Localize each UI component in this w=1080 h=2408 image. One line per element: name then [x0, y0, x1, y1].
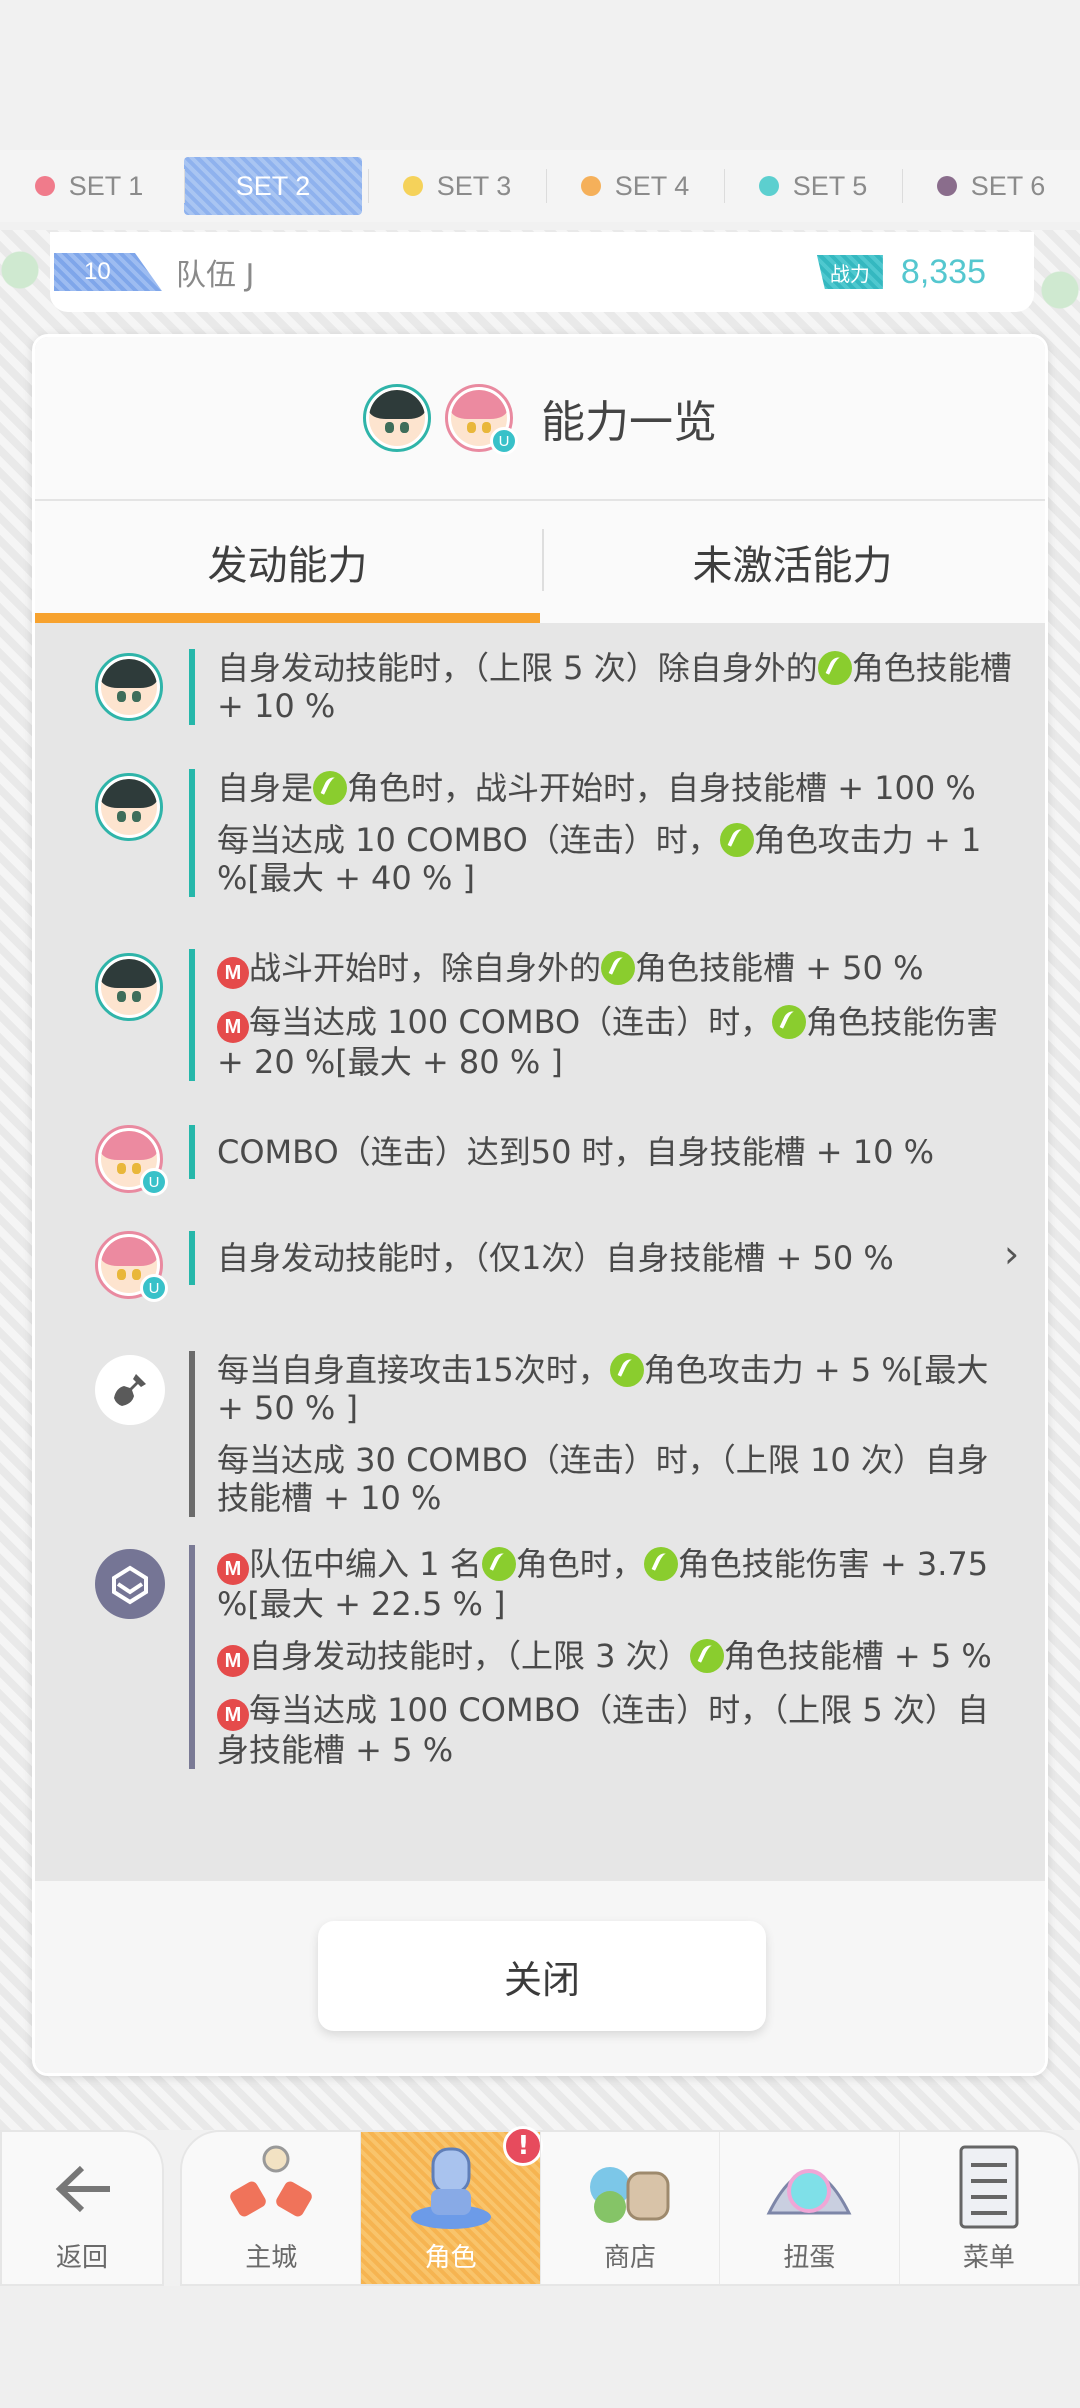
gacha-icon: [766, 2169, 852, 2215]
ability-list: 自身发动技能时，（上限 5 次）除自身外的 角色技能槽 + 10 % 自身是 角色时…: [35, 625, 1045, 1811]
shop-icon: [590, 2167, 670, 2223]
team-name: 队伍 J: [176, 258, 255, 293]
menu-list-icon: [959, 2145, 1019, 2229]
ability-text: 自身发动技能时，（上限 5 次）除自身外的 角色技能槽 + 10 %: [189, 649, 1019, 725]
arrow-left-icon: [55, 2165, 110, 2213]
set-tab-3[interactable]: SET 3: [368, 157, 546, 215]
ability-text: COMBO（连击）达到50 时，自身技能槽 + 10 %: [189, 1125, 1019, 1179]
character-icon: [410, 2147, 491, 2229]
green-attribute-icon: [609, 1353, 644, 1387]
ability-text: 每当自身直接攻击15次时， 角色攻击力 + 5 %[最大 + 50 % ] 每当达…: [189, 1351, 1019, 1517]
main-nav: 主城 ! 角色 商店 扭蛋 菜单: [180, 2126, 1080, 2286]
character-avatar-pink-icon: U: [95, 1231, 168, 1302]
character-avatar-icon: [95, 773, 163, 841]
green-attribute-icon: [481, 1547, 516, 1581]
unique-badge-icon: U: [490, 427, 518, 455]
nav-item-character[interactable]: ! 角色: [360, 2126, 544, 2284]
set-6-dot-icon: [936, 176, 957, 196]
set-tab-1[interactable]: SET 1: [0, 157, 178, 215]
team-header: 10 队伍 J 战力 8,335: [50, 232, 1034, 312]
status-area: [0, 0, 1080, 148]
green-attribute-icon: [772, 1005, 807, 1039]
ability-line: M 每当达成 100 COMBO（连击）时，（上限 5 次）自身技能槽 + 5 %: [217, 1691, 989, 1769]
ability-line: 每当自身直接攻击15次时， 角色攻击力 + 5 %[最大 + 50 % ]: [217, 1351, 989, 1427]
ability-line: 每当达成 30 COMBO（连击）时，（上限 10 次）自身技能槽 + 10 %: [217, 1441, 989, 1517]
set-tab-bar: SET 1 SET 2 SET 3 SET 4 SET 5 SET 6: [0, 150, 1080, 222]
memory-m-icon: M: [217, 957, 249, 989]
memory-m-icon: M: [217, 1699, 249, 1731]
set-1-dot-icon: [34, 176, 55, 196]
set-tab-6[interactable]: SET 6: [902, 157, 1080, 215]
green-attribute-icon: [719, 823, 754, 857]
modal-footer: 关闭: [35, 1881, 1045, 2073]
green-attribute-icon: [313, 771, 348, 805]
ability-overview-modal: U 能力一览 发动能力 未激活能力 自身发动技能时，（上限 5 次）除自身外的角…: [32, 334, 1048, 2076]
ability-tabs: 发动能力 未激活能力: [35, 499, 1045, 623]
ability-line: M 每当达成 100 COMBO（连击）时， 角色技能伤害 + 20 %[最大 + …: [217, 1003, 999, 1081]
character-avatar-icon: [95, 953, 163, 1021]
team-number: 10: [54, 253, 162, 291]
memory-card-icon: [95, 1549, 165, 1619]
memory-m-icon: M: [217, 1011, 249, 1043]
ability-line: 自身发动技能时，（仅1次）自身技能槽 + 50 %: [217, 1239, 894, 1277]
green-attribute-icon: [601, 951, 636, 985]
ability-text: M 队伍中编入 1 名角色时， 角色技能伤害 + 3.75 %[最大 + 22.5 …: [189, 1545, 1019, 1769]
main-city-icon: [230, 2145, 312, 2217]
green-attribute-icon: [643, 1547, 678, 1581]
character-avatar-pink-icon: U: [445, 384, 518, 455]
nav-item-gacha[interactable]: 扭蛋: [719, 2132, 898, 2284]
ability-line: M 战斗开始时，除自身外的 角色技能槽 + 50 %: [217, 949, 1019, 989]
back-button[interactable]: 返回: [0, 2130, 164, 2286]
set-tab-4[interactable]: SET 4: [546, 157, 724, 215]
character-avatar-pink-icon: U: [95, 1125, 168, 1196]
green-attribute-icon: [689, 1639, 724, 1673]
nav-item-main-city[interactable]: 主城: [182, 2132, 360, 2284]
memory-m-icon: M: [217, 1645, 249, 1677]
power-label: 战力: [816, 255, 883, 289]
bottom-navigation: 返回 主城 ! 角色 商店 扭蛋 菜单: [0, 2126, 1080, 2286]
system-bar: [0, 2286, 1080, 2408]
memory-m-icon: M: [217, 1553, 249, 1585]
set-5-dot-icon: [758, 176, 779, 196]
tab-active-abilities[interactable]: 发动能力: [35, 501, 540, 623]
ability-text: 自身发动技能时，（仅1次）自身技能槽 + 50 %: [189, 1231, 1019, 1285]
set-4-dot-icon: [580, 176, 601, 196]
nav-item-shop[interactable]: 商店: [539, 2132, 719, 2284]
set-3-dot-icon: [402, 176, 423, 196]
set-tab-2[interactable]: SET 2: [184, 157, 362, 215]
alert-badge: !: [503, 2126, 544, 2166]
character-avatar-icon: [95, 653, 163, 721]
ability-line: M 自身发动技能时，（上限 3 次） 角色技能槽 + 5 %: [217, 1637, 1019, 1677]
ability-line: 自身发动技能时，（上限 5 次）除自身外的 角色技能槽 + 10 %: [217, 649, 1012, 725]
ability-line: M 队伍中编入 1 名角色时， 角色技能伤害 + 3.75 %[最大 + 22.5 …: [217, 1545, 989, 1623]
ability-line: 每当达成 10 COMBO（连击）时， 角色攻击力 + 1 %[最大 + 40 %…: [217, 821, 982, 897]
ability-line: 自身是 角色时，战斗开始时，自身技能槽 + 100 %: [217, 769, 976, 807]
green-attribute-icon: [817, 651, 852, 685]
power-value: 8,335: [900, 252, 986, 291]
modal-header: U 能力一览: [35, 337, 1045, 499]
character-avatar-icon: [363, 384, 431, 452]
ability-line: COMBO（连击）达到50 时，自身技能槽 + 10 %: [217, 1133, 935, 1171]
chevron-right-icon[interactable]: ›: [1004, 1232, 1019, 1276]
modal-title: 能力一览: [541, 397, 717, 448]
ability-text: M 战斗开始时，除自身外的 角色技能槽 + 50 % M 每当达成 100 COMBO…: [189, 949, 1019, 1081]
shovel-equipment-icon: [95, 1355, 165, 1425]
back-label: 返回: [55, 2243, 108, 2273]
ability-text: 自身是 角色时，战斗开始时，自身技能槽 + 100 % 每当达成 10 COMBO…: [189, 769, 1019, 897]
close-button[interactable]: 关闭: [318, 1921, 766, 2031]
set-tab-5[interactable]: SET 5: [724, 157, 902, 215]
nav-item-menu[interactable]: 菜单: [898, 2132, 1078, 2284]
tab-inactive-abilities[interactable]: 未激活能力: [540, 501, 1045, 623]
